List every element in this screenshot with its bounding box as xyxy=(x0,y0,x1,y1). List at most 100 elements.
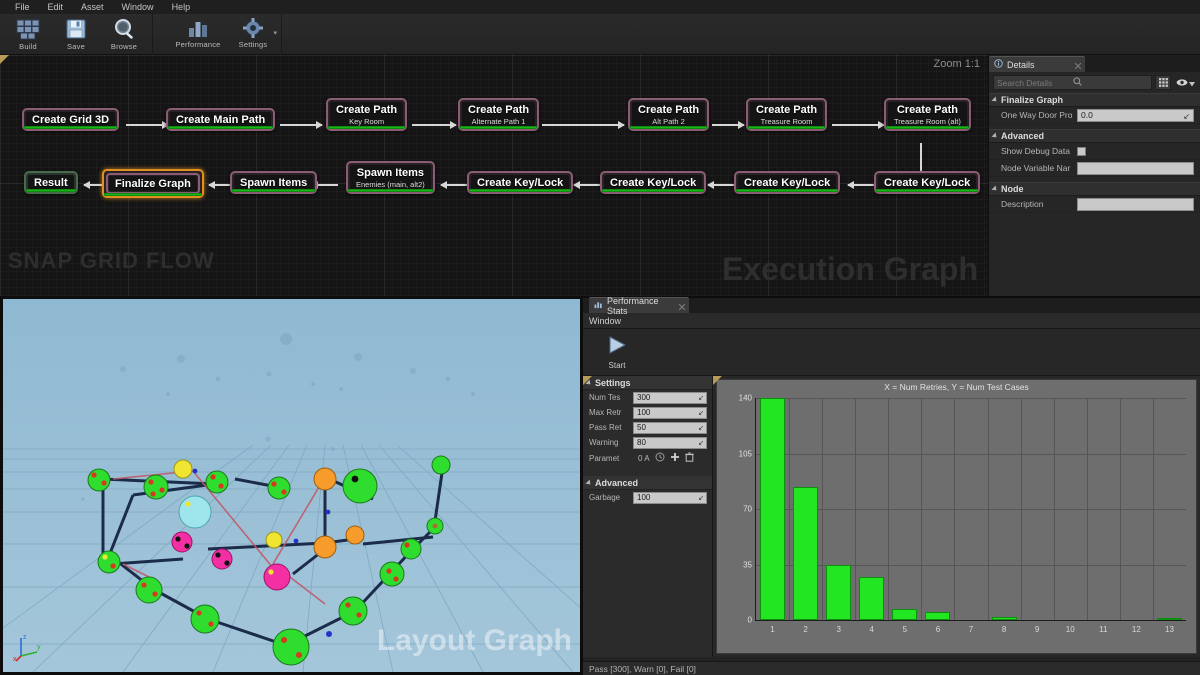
layout-graph-viewport[interactable]: Layout Graph z y x xyxy=(0,296,583,675)
node-create-main-path[interactable]: Create Main Path xyxy=(166,108,275,131)
toolbar-group-asset: Build Save xyxy=(0,14,153,55)
node-accent-bar xyxy=(328,126,405,129)
node-finalize-graph[interactable]: Finalize Graph xyxy=(102,169,204,198)
node-variable-name-input[interactable] xyxy=(1077,162,1194,175)
browse-button[interactable]: Browse xyxy=(100,15,148,54)
graph-link xyxy=(412,124,456,126)
node-accent-bar xyxy=(460,126,537,129)
search-details-input[interactable]: Search Details xyxy=(993,75,1152,90)
viewport-scene xyxy=(3,299,580,672)
chevron-down-icon xyxy=(1189,74,1195,92)
menu-item-asset[interactable]: Asset xyxy=(72,0,113,14)
node-create-path-alt-path-2[interactable]: Create Path Alt Path 2 xyxy=(628,98,709,131)
performance-button-label: Performance xyxy=(175,40,220,49)
chart-y-tick: 105 xyxy=(739,449,752,458)
axis-widget-icon: z y x xyxy=(13,632,43,662)
tab-details[interactable]: Details xyxy=(989,56,1085,72)
snap-grid-flow-watermark: SNAP GRID FLOW xyxy=(8,248,215,274)
reset-icon[interactable] xyxy=(655,449,665,467)
node-create-key-lock-3[interactable]: Create Key/Lock xyxy=(734,171,840,194)
setting-label: Garbage xyxy=(589,493,633,502)
toolbar-group-tools: Performance Settings ▾ xyxy=(153,14,282,55)
reset-arrow-icon[interactable]: ↙ xyxy=(698,394,704,402)
reset-arrow-icon[interactable]: ↙ xyxy=(698,439,704,447)
close-icon[interactable] xyxy=(1075,61,1081,67)
menu-item-window[interactable]: Window xyxy=(113,0,163,14)
chart-gridline xyxy=(756,509,1186,510)
num-tests-input[interactable]: 300 ↙ xyxy=(633,392,707,404)
start-button[interactable]: Start xyxy=(599,335,635,370)
layout-graph-watermark: Layout Graph xyxy=(377,624,572,658)
performance-chart-container: X = Num Retries, Y = Num Test Cases 0357… xyxy=(713,376,1200,657)
browse-button-label: Browse xyxy=(111,42,137,51)
view-options-button[interactable] xyxy=(1174,75,1196,90)
node-spawn-items[interactable]: Spawn Items xyxy=(230,171,317,194)
build-button[interactable]: Build xyxy=(4,15,52,54)
node-result[interactable]: Result xyxy=(24,171,78,194)
node-title: Finalize Graph xyxy=(115,178,191,191)
node-title: Create Path xyxy=(336,104,397,117)
grid-view-toggle[interactable] xyxy=(1155,75,1171,90)
node-accent-bar xyxy=(232,189,315,192)
performance-status-bar: Pass [300], Warn [0], Fail [0] xyxy=(583,661,1200,675)
menu-item-help[interactable]: Help xyxy=(163,0,200,14)
node-create-path-treasure-room[interactable]: Create Path Treasure Room xyxy=(746,98,827,131)
property-row-description: Description xyxy=(989,196,1200,213)
chart-bar xyxy=(1157,618,1182,620)
chevron-down-icon[interactable]: ▾ xyxy=(273,29,277,37)
description-input[interactable] xyxy=(1077,198,1194,211)
zoom-level-label: Zoom 1:1 xyxy=(934,58,980,70)
max-retries-input[interactable]: 100 ↙ xyxy=(633,407,707,419)
node-create-grid-3d[interactable]: Create Grid 3D xyxy=(22,108,119,131)
node-create-key-lock-2[interactable]: Create Key/Lock xyxy=(600,171,706,194)
node-spawn-items-enemies[interactable]: Spawn Items Enemies (main, alt2) xyxy=(346,161,435,194)
node-accent-bar xyxy=(24,126,117,129)
node-create-key-lock-4[interactable]: Create Key/Lock xyxy=(874,171,980,194)
close-icon[interactable] xyxy=(679,302,685,308)
reset-arrow-icon[interactable]: ↙ xyxy=(698,494,704,502)
node-create-path-alternate-path-1[interactable]: Create Path Alternate Path 1 xyxy=(458,98,539,131)
advanced-section-label: Advanced xyxy=(595,478,638,488)
chart-gridline xyxy=(756,454,1186,455)
reset-arrow-icon[interactable]: ↙ xyxy=(698,424,704,432)
advanced-section-header[interactable]: Advanced xyxy=(583,476,712,490)
chart-title: X = Num Retries, Y = Num Test Cases xyxy=(717,382,1196,392)
details-section-finalize-graph[interactable]: Finalize Graph xyxy=(989,93,1200,107)
node-create-key-lock-1[interactable]: Create Key/Lock xyxy=(467,171,573,194)
node-create-path-key-room[interactable]: Create Path Key Room xyxy=(326,98,407,131)
tab-details-label: Details xyxy=(1007,60,1035,70)
setting-value: 100 xyxy=(637,408,650,417)
performance-button[interactable]: Performance xyxy=(167,15,229,54)
execution-graph-panel[interactable]: SNAP GRID FLOW Execution Graph Create Gr… xyxy=(0,55,988,296)
settings-button[interactable]: Settings ▾ xyxy=(229,15,277,54)
details-section-advanced[interactable]: Advanced xyxy=(989,129,1200,143)
application-window: File Edit Asset Window Help Build xyxy=(0,0,1200,675)
settings-section-label: Settings xyxy=(595,378,631,388)
settings-section-header[interactable]: Settings xyxy=(583,376,712,390)
add-icon[interactable] xyxy=(670,449,680,467)
parameters-count: 0 A xyxy=(638,454,650,463)
tab-performance-stats[interactable]: Performance Stats xyxy=(589,297,689,313)
reset-arrow-icon[interactable]: ↙ xyxy=(1183,112,1190,121)
warning-input[interactable]: 80 ↙ xyxy=(633,437,707,449)
show-debug-data-checkbox[interactable] xyxy=(1077,147,1086,156)
one-way-door-probability-input[interactable]: 0.0 ↙ xyxy=(1077,109,1194,122)
node-accent-bar xyxy=(748,126,825,129)
node-create-path-treasure-room-alt[interactable]: Create Path Treasure Room (alt) xyxy=(884,98,971,131)
save-button[interactable]: Save xyxy=(52,15,100,54)
pass-retries-input[interactable]: 50 ↙ xyxy=(633,422,707,434)
chart-gridline xyxy=(1120,398,1121,620)
property-label: Show Debug Data xyxy=(1001,146,1077,156)
chart-y-tick: 35 xyxy=(743,560,752,569)
menu-item-edit[interactable]: Edit xyxy=(39,0,73,14)
panel-corner-marker xyxy=(0,55,9,64)
chart-bar xyxy=(892,609,917,620)
garbage-input[interactable]: 100 ↙ xyxy=(633,492,707,504)
chart-x-tick: 5 xyxy=(903,625,907,634)
reset-arrow-icon[interactable]: ↙ xyxy=(698,409,704,417)
performance-toolbar: Start xyxy=(583,329,1200,376)
delete-icon[interactable] xyxy=(685,449,694,467)
details-section-node[interactable]: Node xyxy=(989,182,1200,196)
menu-item-file[interactable]: File xyxy=(6,0,39,14)
menu-item-window[interactable]: Window xyxy=(589,316,621,326)
